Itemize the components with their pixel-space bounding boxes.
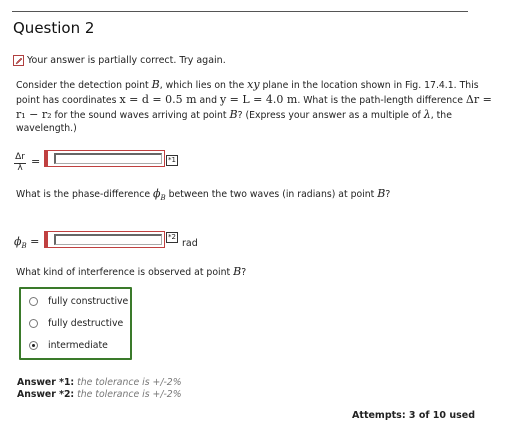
answer-tolerance-1: Answer *1: the tolerance is +/-2% [17,377,182,388]
unit-rad: rad [182,238,198,249]
answer1-input[interactable] [47,150,165,167]
question-title: Question 2 [13,19,95,37]
choice-fully-constructive[interactable]: fully constructive [29,296,128,307]
delta-r-over-lambda-label: Δr λ [14,152,26,173]
answer2-tag: *2 [166,232,178,243]
question-phase-difference: What is the phase-difference ϕB between … [16,187,391,202]
edit-icon [13,55,24,66]
status-text: Your answer is partially correct. Try ag… [27,55,226,66]
radio-button[interactable] [29,297,38,306]
answer2-input[interactable] [47,231,165,248]
answer1-tag: *1 [166,155,178,166]
interference-choices: fully constructive fully destructive int… [19,287,132,360]
question-text: Consider the detection point B, which li… [16,78,492,135]
status-message: Your answer is partially correct. Try ag… [13,55,226,66]
choice-intermediate[interactable]: intermediate [29,340,108,351]
answer-tolerance-2: Answer *2: the tolerance is +/-2% [17,389,182,400]
choice-fully-destructive[interactable]: fully destructive [29,318,123,329]
equals-sign-1: = [31,155,41,168]
attempts-count: Attempts: 3 of 10 used [352,410,475,421]
radio-button-selected[interactable] [29,341,38,350]
top-divider [12,11,468,12]
radio-button[interactable] [29,319,38,328]
question-interference: What kind of interference is observed at… [16,265,247,278]
phi-b-label: ϕB = [14,235,40,251]
